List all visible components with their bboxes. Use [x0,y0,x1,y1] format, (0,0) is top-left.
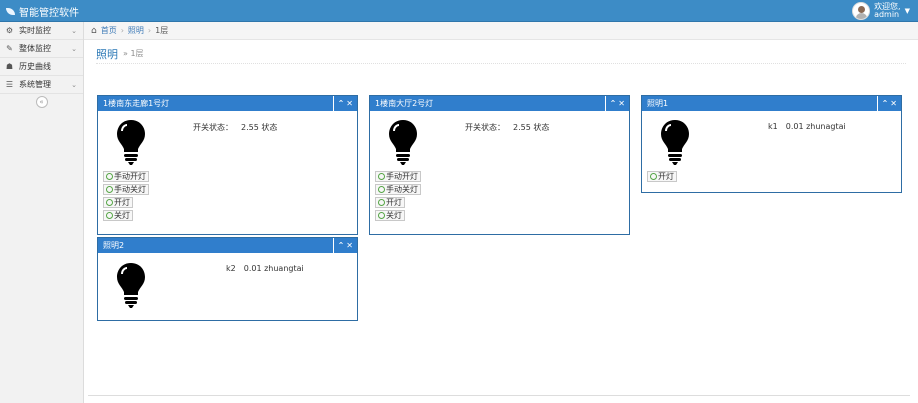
status-label: k2 [226,264,236,273]
button-group: 手动开灯 手动关灯 开灯 关灯 [375,171,421,221]
sidebar-item-label: 实时监控 [19,26,51,35]
light-off-button[interactable]: 关灯 [103,210,133,221]
collapse-icon[interactable]: ⌃ [882,99,889,108]
avatar [852,2,871,20]
status-label: 开关状态： [193,123,233,132]
close-icon[interactable]: ✕ [346,241,353,250]
manual-on-button[interactable]: 手动开灯 [375,171,421,182]
widget-header: 照明1 ⌃ ✕ [642,96,901,111]
collapse-icon[interactable]: ⌃ [610,99,617,108]
top-navbar: 智能管控软件 欢迎您, admin ▼ [0,0,918,22]
manual-on-button[interactable]: 手动开灯 [103,171,149,182]
app-brand[interactable]: 智能管控软件 [6,4,79,19]
status-label: 开关状态： [465,123,505,132]
light-on-button[interactable]: 开灯 [375,197,405,208]
switch-status: 开关状态： 2.55 状态 [465,122,557,133]
users-icon: ☗ [5,62,14,71]
power-icon [650,173,657,180]
sidebar-item-overall[interactable]: ✎ 整体监控 ⌄ [0,40,83,58]
manual-off-button[interactable]: 手动关灯 [375,184,421,195]
sidebar: ⚙ 实时监控 ⌄ ✎ 整体监控 ⌄ ☗ 历史曲线 ☰ 系统管理 ⌄ « [0,22,84,403]
user-name: admin [874,10,900,19]
widget-header: 1楼南大厅2号灯 ⌃ ✕ [370,96,629,111]
status-value: 0.01 zhuangtai [243,264,304,273]
switch-status: k2 0.01 zhuangtai [226,264,312,273]
power-icon [106,199,113,206]
light-widget: 1楼南大厅2号灯 ⌃ ✕ 开关状态： 2.55 状态 手动开灯 手动关灯 开灯 关… [369,95,630,235]
breadcrumb-current: 1层 [155,26,169,35]
power-icon [106,173,113,180]
power-icon [378,212,385,219]
widget-toolbar: ⌃ ✕ [332,96,357,111]
page-header: 照明 » 1层 [96,44,906,64]
sidebar-collapse-button[interactable]: « [35,96,48,108]
power-icon [378,199,385,206]
status-value: 0.01 zhunagtai [785,122,846,131]
sidebar-item-label: 历史曲线 [19,62,51,71]
chevron-down-icon: ⌄ [71,80,77,89]
breadcrumb-separator: › [120,26,124,35]
breadcrumb-separator: › [147,26,152,35]
widget-title: 1楼南大厅2号灯 [375,99,434,108]
light-bulb-icon [661,120,689,165]
leaf-icon [6,8,15,15]
light-widget: 照明2 ⌃ ✕ k2 0.01 zhuangtai [97,237,358,321]
user-menu[interactable]: 欢迎您, admin ▼ [852,1,910,21]
close-icon[interactable]: ✕ [346,99,353,108]
pencil-icon: ✎ [6,44,13,53]
widget-header: 照明2 ⌃ ✕ [98,238,357,253]
power-icon [106,186,113,193]
home-icon: ⌂ [91,25,97,36]
light-bulb-icon [389,120,417,165]
footer-divider [88,395,910,396]
widget-toolbar: ⌃ ✕ [332,238,357,253]
widget-title: 照明1 [647,99,669,108]
page-title: 照明 [96,47,118,61]
light-bulb-icon [117,263,145,308]
sidebar-item-history[interactable]: ☗ 历史曲线 [0,58,83,76]
light-widget: 1楼南东走廊1号灯 ⌃ ✕ 开关状态： 2.55 状态 手动开灯 手动关灯 开灯 … [97,95,358,235]
status-label: k1 [768,122,778,131]
power-icon [378,173,385,180]
collapse-icon[interactable]: ⌃ [338,241,345,250]
manual-off-button[interactable]: 手动关灯 [103,184,149,195]
chevron-down-icon: ⌄ [71,44,77,53]
power-icon [106,212,113,219]
light-bulb-icon [117,120,145,165]
app-title: 智能管控软件 [19,8,79,19]
widget-toolbar: ⌃ ✕ [604,96,629,111]
sidebar-item-label: 整体监控 [19,44,51,53]
button-group: 手动开灯 手动关灯 开灯 关灯 [103,171,149,221]
light-off-button[interactable]: 关灯 [375,210,405,221]
sidebar-item-realtime[interactable]: ⚙ 实时监控 ⌄ [0,22,83,40]
breadcrumb-home-link[interactable]: 首页 [101,25,117,36]
light-on-button[interactable]: 开灯 [647,171,677,182]
widget-header: 1楼南东走廊1号灯 ⌃ ✕ [98,96,357,111]
sidebar-item-system[interactable]: ☰ 系统管理 ⌄ [0,76,83,94]
switch-status: k1 0.01 zhunagtai [768,122,854,131]
light-on-button[interactable]: 开灯 [103,197,133,208]
breadcrumb-section-link[interactable]: 照明 [128,25,144,36]
breadcrumb: ⌂ 首页 › 照明 › 1层 [84,22,918,40]
chevron-down-icon: ⌄ [71,26,77,35]
close-icon[interactable]: ✕ [618,99,625,108]
close-icon[interactable]: ✕ [890,99,897,108]
caret-down-icon: ▼ [904,7,910,15]
widget-toolbar: ⌃ ✕ [876,96,901,111]
switch-status: 开关状态： 2.55 状态 [193,122,285,133]
status-value: 2.55 状态 [241,123,278,132]
widget-title: 照明2 [103,241,125,250]
page-subtitle: » 1层 [123,49,144,58]
list-icon: ☰ [5,80,14,89]
dashboard-icon: ⚙ [5,26,14,35]
button-group: 开灯 [647,171,677,182]
collapse-icon[interactable]: ⌃ [338,99,345,108]
light-widget: 照明1 ⌃ ✕ k1 0.01 zhunagtai 开灯 [641,95,902,193]
sidebar-item-label: 系统管理 [19,80,51,89]
power-icon [378,186,385,193]
widget-title: 1楼南东走廊1号灯 [103,99,170,108]
status-value: 2.55 状态 [513,123,550,132]
